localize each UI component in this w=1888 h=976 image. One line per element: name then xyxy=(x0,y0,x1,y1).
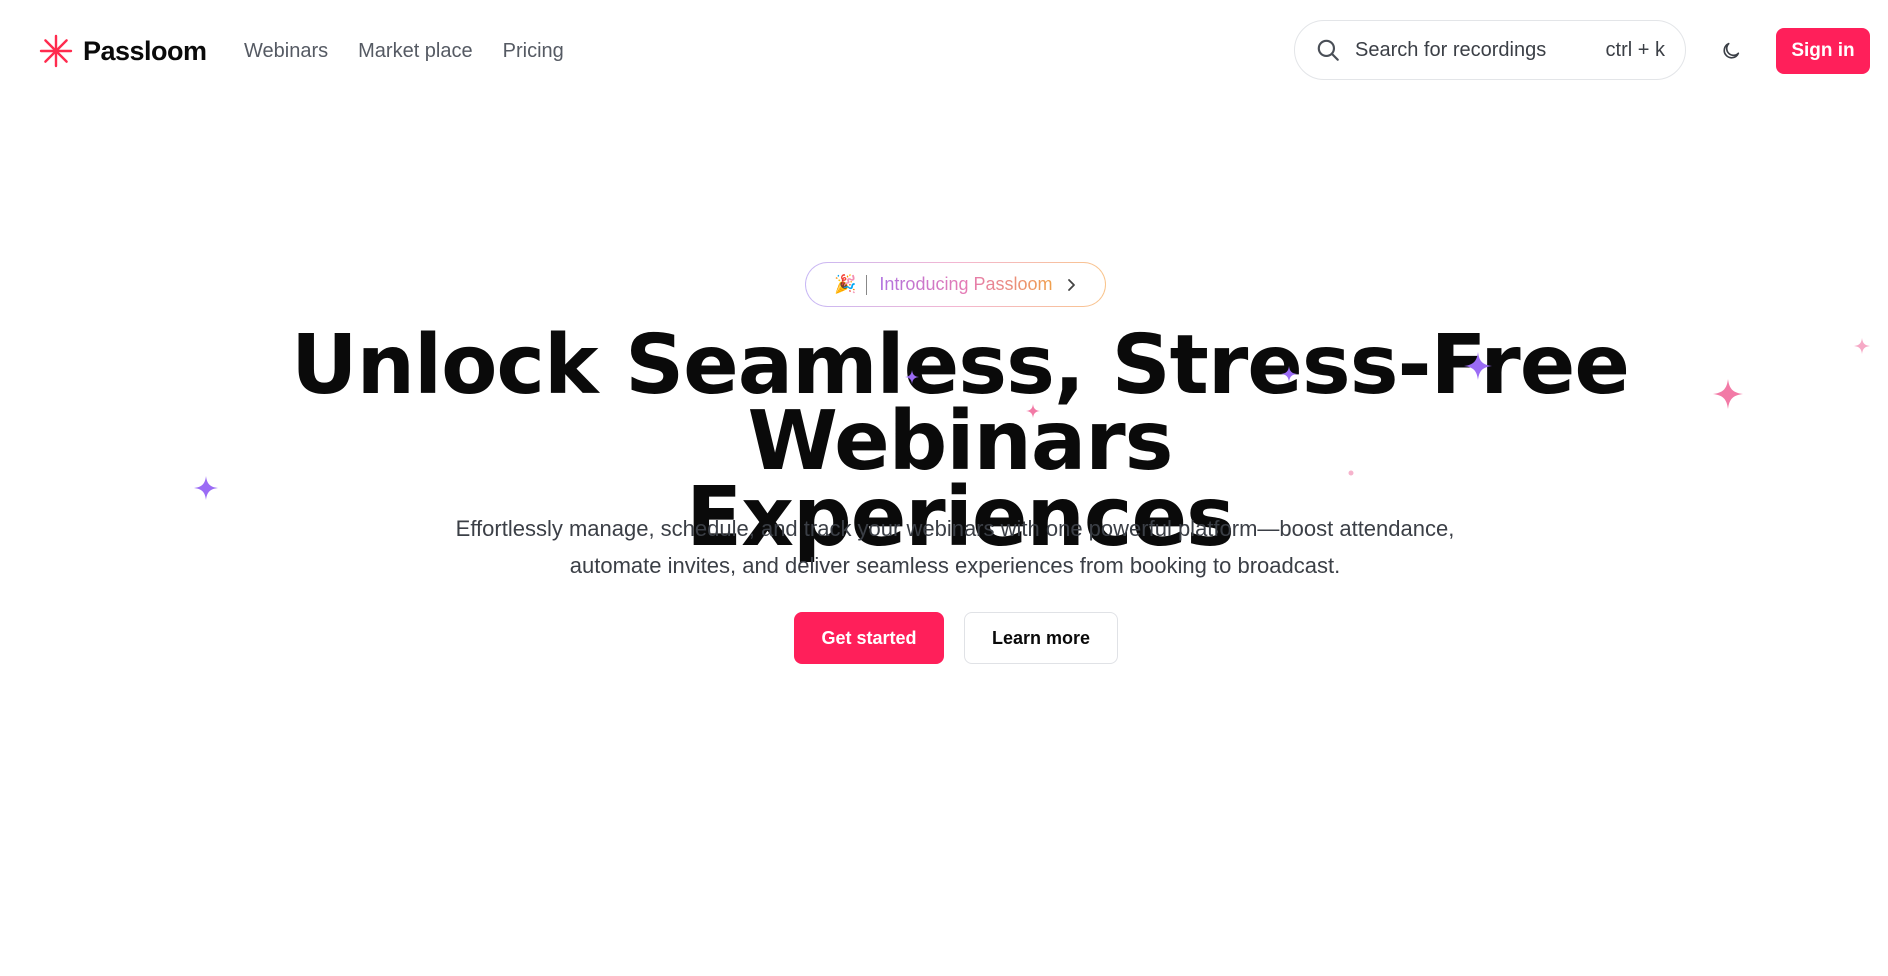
party-popper-icon: 🎉 xyxy=(834,274,857,294)
sparkle-dot xyxy=(1348,470,1354,476)
sparkle-icon xyxy=(1281,366,1297,382)
get-started-button[interactable]: Get started xyxy=(794,612,944,664)
cta-row: Get started Learn more xyxy=(794,612,1118,664)
nav-link-webinars[interactable]: Webinars xyxy=(244,35,328,67)
subtitle-line-1: Effortlessly manage, schedule, and track… xyxy=(455,516,1455,541)
sparkle-icon xyxy=(1854,338,1870,354)
hero-subtitle: Effortlessly manage, schedule, and track… xyxy=(390,510,1520,584)
search-icon xyxy=(1317,39,1339,61)
main-nav: Webinars Market place Pricing xyxy=(244,35,564,67)
asterisk-logo-icon xyxy=(39,34,73,68)
brand-name: Passloom xyxy=(83,35,207,66)
subtitle-line-2: automate invites, and deliver seamless e… xyxy=(569,553,1341,578)
sparkle-icon xyxy=(194,476,218,500)
badge-label: Introducing Passloom xyxy=(879,274,1053,294)
search-placeholder: Search for recordings xyxy=(1355,38,1547,61)
theme-toggle-button[interactable] xyxy=(1716,36,1746,66)
search-bar[interactable]: Search for recordings ctrl + k xyxy=(1294,20,1686,80)
intro-badge[interactable]: 🎉 Introducing Passloom xyxy=(805,262,1106,307)
nav-link-pricing[interactable]: Pricing xyxy=(503,35,564,67)
sign-in-button[interactable]: Sign in xyxy=(1776,28,1870,74)
brand-logo[interactable]: Passloom xyxy=(39,30,207,72)
sparkle-icon xyxy=(1713,379,1743,409)
chevron-right-icon xyxy=(1067,278,1075,291)
sparkle-icon xyxy=(1026,404,1040,418)
search-shortcut: ctrl + k xyxy=(1605,38,1665,61)
nav-link-market-place[interactable]: Market place xyxy=(358,35,473,67)
sparkle-icon xyxy=(905,370,919,384)
badge-divider xyxy=(866,274,868,295)
learn-more-button[interactable]: Learn more xyxy=(964,612,1118,664)
moon-icon xyxy=(1723,42,1740,59)
landing-page: Passloom Webinars Market place Pricing S… xyxy=(0,0,1888,976)
top-header: Passloom Webinars Market place Pricing S… xyxy=(0,0,1888,102)
headline-line-1: Unlock Seamless, Stress-Free Webinars xyxy=(291,318,1630,489)
sparkle-icon xyxy=(1464,352,1492,380)
